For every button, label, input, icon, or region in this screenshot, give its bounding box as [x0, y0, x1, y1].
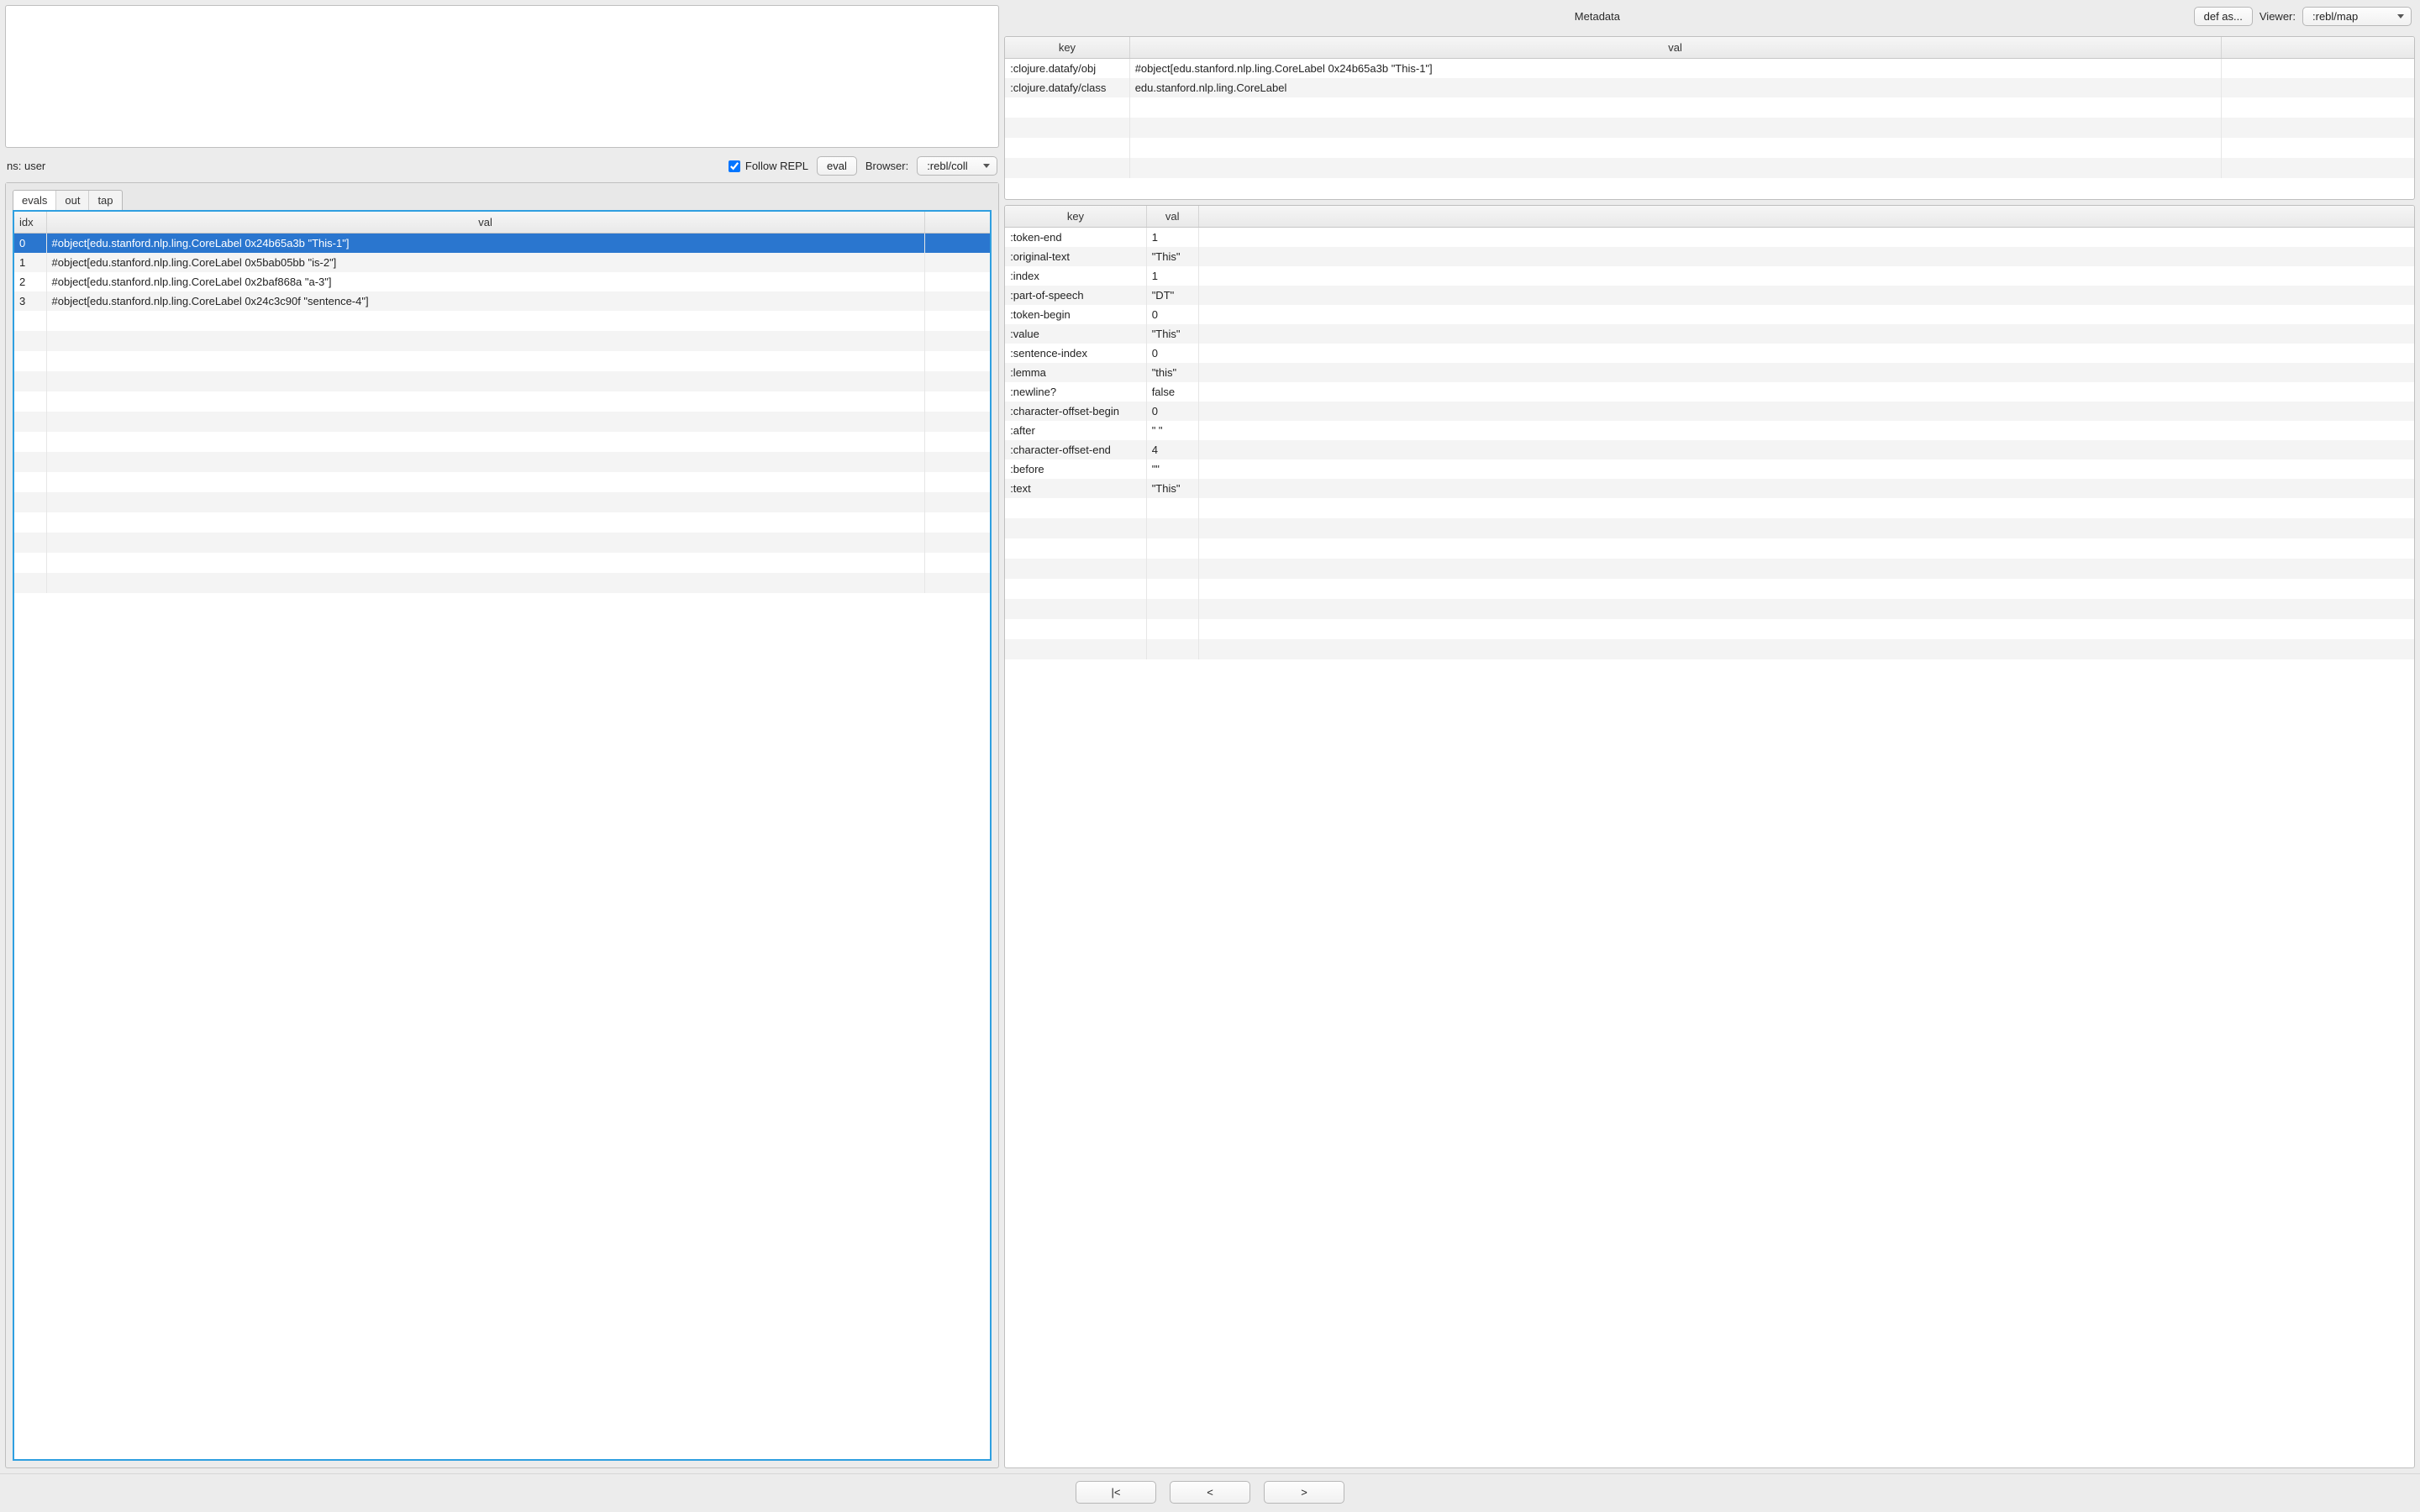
- def-as-button[interactable]: def as...: [2194, 7, 2253, 26]
- viewer-select-value: :rebl/map: [2312, 10, 2358, 23]
- table-row[interactable]: :text"This": [1005, 479, 2414, 498]
- left-pane: ns: user Follow REPL eval Browser: :rebl…: [0, 0, 1004, 1473]
- follow-repl-checkbox[interactable]: Follow REPL: [729, 160, 808, 172]
- follow-repl-input[interactable]: [729, 160, 740, 172]
- table-row[interactable]: [1005, 579, 2414, 599]
- table-row[interactable]: :part-of-speech"DT": [1005, 286, 2414, 305]
- table-row[interactable]: [14, 533, 990, 553]
- nav-fwd-button[interactable]: >: [1264, 1481, 1344, 1504]
- table-row[interactable]: [14, 492, 990, 512]
- detail-col-extra[interactable]: [1198, 206, 2414, 228]
- table-row[interactable]: [1005, 639, 2414, 659]
- coll-col-idx[interactable]: idx: [14, 212, 46, 234]
- table-row[interactable]: [1005, 599, 2414, 619]
- table-row[interactable]: :token-begin0: [1005, 305, 2414, 324]
- main-panes: ns: user Follow REPL eval Browser: :rebl…: [0, 0, 2420, 1473]
- tabs: evalsouttap: [13, 190, 123, 210]
- table-row[interactable]: :character-offset-end4: [1005, 440, 2414, 459]
- table-row[interactable]: :clojure.datafy/classedu.stanford.nlp.li…: [1005, 78, 2414, 97]
- table-row[interactable]: :original-text"This": [1005, 247, 2414, 266]
- table-row[interactable]: [1005, 518, 2414, 538]
- table-row[interactable]: [14, 351, 990, 371]
- meta-col-val[interactable]: val: [1129, 37, 2221, 59]
- browser-label: Browser:: [865, 160, 908, 172]
- app-root: ns: user Follow REPL eval Browser: :rebl…: [0, 0, 2420, 1512]
- metadata-title: Metadata: [1007, 10, 2186, 23]
- table-row[interactable]: :clojure.datafy/obj#object[edu.stanford.…: [1005, 59, 2414, 79]
- meta-col-key[interactable]: key: [1005, 37, 1129, 59]
- table-row[interactable]: :index1: [1005, 266, 2414, 286]
- detail-table-wrap: key val :token-end1:original-text"This":…: [1004, 205, 2415, 1468]
- table-row[interactable]: :lemma"this": [1005, 363, 2414, 382]
- table-row[interactable]: :sentence-index0: [1005, 344, 2414, 363]
- tab-out[interactable]: out: [56, 191, 89, 210]
- viewer-select[interactable]: :rebl/map: [2302, 7, 2412, 26]
- table-row[interactable]: [14, 311, 990, 331]
- browser-select-value: :rebl/coll: [927, 160, 967, 172]
- tab-content: idx val 0#object[edu.stanford.nlp.ling.C…: [13, 210, 992, 1461]
- tab-evals[interactable]: evals: [13, 191, 56, 210]
- table-row[interactable]: 1#object[edu.stanford.nlp.ling.CoreLabel…: [14, 253, 990, 272]
- table-row[interactable]: [14, 412, 990, 432]
- coll-table[interactable]: idx val 0#object[edu.stanford.nlp.ling.C…: [14, 212, 990, 593]
- table-row[interactable]: :token-end1: [1005, 228, 2414, 248]
- table-row[interactable]: [1005, 559, 2414, 579]
- tab-bar: evalsouttap: [6, 183, 998, 210]
- table-row[interactable]: [1005, 538, 2414, 559]
- table-row[interactable]: [14, 452, 990, 472]
- results-panel: evalsouttap idx val 0#object[edu.stanfor…: [5, 182, 999, 1468]
- table-row[interactable]: 0#object[edu.stanford.nlp.ling.CoreLabel…: [14, 234, 990, 254]
- table-row[interactable]: :newline?false: [1005, 382, 2414, 402]
- ns-label: ns: user: [7, 160, 45, 172]
- chevron-down-icon: [2397, 14, 2404, 18]
- table-row[interactable]: [14, 432, 990, 452]
- table-row[interactable]: [1005, 158, 2414, 178]
- nav-footer: |< < >: [0, 1473, 2420, 1512]
- table-row[interactable]: :before"": [1005, 459, 2414, 479]
- metadata-table[interactable]: key val :clojure.datafy/obj#object[edu.s…: [1005, 37, 2414, 178]
- table-row[interactable]: :after" ": [1005, 421, 2414, 440]
- table-row[interactable]: [14, 573, 990, 593]
- table-row[interactable]: :value"This": [1005, 324, 2414, 344]
- table-row[interactable]: [1005, 138, 2414, 158]
- table-row[interactable]: :character-offset-begin0: [1005, 402, 2414, 421]
- browser-select[interactable]: :rebl/coll: [917, 156, 997, 176]
- table-row[interactable]: 2#object[edu.stanford.nlp.ling.CoreLabel…: [14, 272, 990, 291]
- coll-col-extra[interactable]: [924, 212, 990, 234]
- expr-editor[interactable]: [5, 5, 999, 148]
- right-pane: Metadata def as... Viewer: :rebl/map key…: [1004, 0, 2420, 1473]
- table-row[interactable]: [1005, 498, 2414, 518]
- detail-col-key[interactable]: key: [1005, 206, 1146, 228]
- meta-col-extra[interactable]: [2221, 37, 2414, 59]
- nav-back-button[interactable]: <: [1170, 1481, 1250, 1504]
- nav-first-button[interactable]: |<: [1076, 1481, 1156, 1504]
- table-row[interactable]: [14, 553, 990, 573]
- table-row[interactable]: [1005, 97, 2414, 118]
- table-row[interactable]: [1005, 619, 2414, 639]
- table-row[interactable]: [14, 472, 990, 492]
- eval-button[interactable]: eval: [817, 156, 857, 176]
- metadata-header: Metadata def as... Viewer: :rebl/map: [1004, 5, 2415, 31]
- viewer-label: Viewer:: [2260, 10, 2296, 23]
- eval-controls: ns: user Follow REPL eval Browser: :rebl…: [5, 153, 999, 177]
- table-row[interactable]: 3#object[edu.stanford.nlp.ling.CoreLabel…: [14, 291, 990, 311]
- follow-repl-label: Follow REPL: [745, 160, 808, 172]
- table-row[interactable]: [14, 371, 990, 391]
- table-row[interactable]: [14, 512, 990, 533]
- chevron-down-icon: [983, 164, 990, 168]
- table-row[interactable]: [14, 391, 990, 412]
- metadata-table-wrap: key val :clojure.datafy/obj#object[edu.s…: [1004, 36, 2415, 200]
- coll-col-val[interactable]: val: [46, 212, 924, 234]
- detail-table[interactable]: key val :token-end1:original-text"This":…: [1005, 206, 2414, 659]
- table-row[interactable]: [14, 331, 990, 351]
- detail-col-val[interactable]: val: [1146, 206, 1198, 228]
- tab-tap[interactable]: tap: [89, 191, 121, 210]
- table-row[interactable]: [1005, 118, 2414, 138]
